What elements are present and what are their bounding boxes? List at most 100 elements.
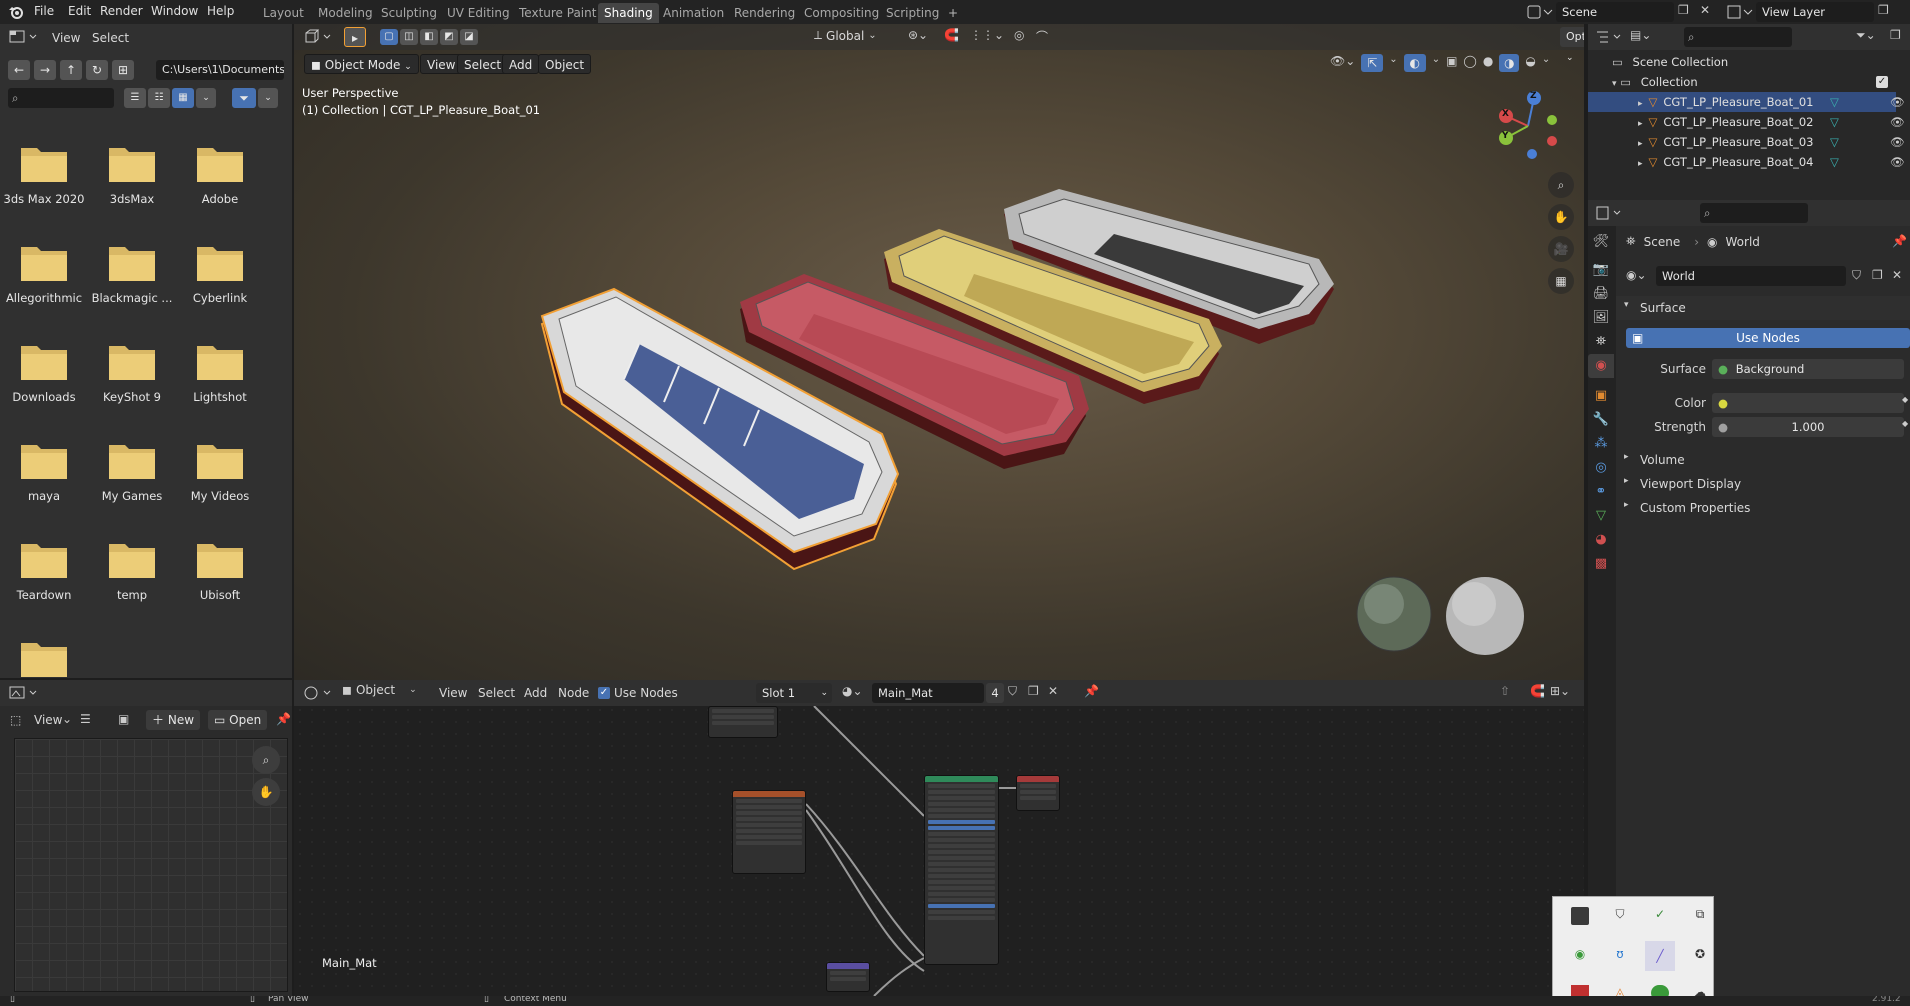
tab-shading[interactable]: Shading <box>598 3 659 23</box>
custom-properties-panel-header[interactable]: ▸ Custom Properties <box>1616 496 1910 520</box>
data-tab-icon[interactable]: ▽ <box>1588 504 1614 528</box>
world-duplicate-icon[interactable]: ❐ <box>1872 268 1883 282</box>
surface-panel-header[interactable]: ▾ Surface <box>1616 296 1910 320</box>
outliner-object-row[interactable]: ▸ ▽ CGT_LP_Pleasure_Boat_04 ▽ 👁 <box>1588 152 1905 172</box>
tray-shield-icon[interactable]: ⛉ <box>1611 907 1629 925</box>
blender-logo-icon[interactable] <box>8 4 24 20</box>
menu-render[interactable]: Render <box>100 4 143 18</box>
properties-editor-type-icon[interactable] <box>1594 204 1624 222</box>
tab-sculpting[interactable]: Sculpting <box>375 3 443 23</box>
duplicate-material-icon[interactable]: ❐ <box>1028 684 1039 698</box>
new-collection-icon[interactable]: ❐ <box>1890 28 1901 42</box>
material-tab-icon[interactable]: ◕ <box>1588 528 1614 552</box>
normal-map-node[interactable] <box>826 962 870 992</box>
tab-modeling[interactable]: Modeling <box>312 3 379 23</box>
volume-panel-header[interactable]: ▸ Volume <box>1616 448 1910 472</box>
tray-pen-icon[interactable]: ╱ <box>1645 941 1675 971</box>
use-nodes-button[interactable]: ▣ Use Nodes <box>1626 328 1910 348</box>
texture-tab-icon[interactable]: ▩ <box>1588 552 1614 576</box>
snap-node-icon[interactable]: 🧲 <box>1530 684 1545 698</box>
world-tab-icon[interactable]: ◉ <box>1588 354 1614 378</box>
world-unlink-icon[interactable]: ✕ <box>1892 268 1902 282</box>
mesh-data-icon[interactable]: ▽ <box>1830 92 1839 112</box>
image-texture-node[interactable] <box>732 790 806 874</box>
new-image-button[interactable]: ＋ New <box>146 710 201 730</box>
material-output-node[interactable] <box>1016 775 1060 811</box>
node-menu-view[interactable]: View <box>439 686 467 700</box>
folder-item[interactable]: Blackmagic ... <box>88 241 176 305</box>
node-editor[interactable]: ◼ Object ⌄ View Select Add Node ✓ Use No… <box>294 680 1584 996</box>
node-menu-add[interactable]: Add <box>524 686 547 700</box>
particles-tab-icon[interactable]: ⁂ <box>1588 432 1614 456</box>
view-layer-icon[interactable] <box>1724 2 1754 22</box>
mesh-data-icon[interactable]: ▽ <box>1830 112 1839 132</box>
menu-edit[interactable]: Edit <box>68 4 91 18</box>
folder-item[interactable]: maya <box>0 439 88 503</box>
tray-app-icon-8[interactable]: ✪ <box>1691 947 1709 965</box>
outliner-object-row[interactable]: ▸ ▽ CGT_LP_Pleasure_Boat_01 ▽ 👁 <box>1588 92 1905 112</box>
folder-item[interactable]: My Games <box>88 439 176 503</box>
collection-expand-icon[interactable]: ▾ <box>1612 79 1617 89</box>
mesh-data-icon[interactable]: ▽ <box>1830 132 1839 152</box>
use-nodes-checkbox[interactable]: ✓ Use Nodes <box>598 686 678 700</box>
delete-scene-icon[interactable]: ✕ <box>1700 3 1710 17</box>
folder-item[interactable]: 3dsMax <box>88 142 176 206</box>
display-settings-chevron-icon[interactable]: ⌄ <box>196 88 216 108</box>
folder-item[interactable]: My Videos <box>176 439 264 503</box>
tray-screenshot-icon[interactable]: ⧉ <box>1691 907 1709 925</box>
collection-row[interactable]: ▾ ▭ Collection ✓ <box>1588 72 1896 92</box>
file-menu-view[interactable]: View <box>52 31 80 45</box>
node-editor-type-icon[interactable] <box>302 684 334 702</box>
surface-shader-field[interactable]: ● Background <box>1712 359 1904 379</box>
pin-icon[interactable]: 📌 <box>276 712 291 726</box>
outliner-object-row[interactable]: ▸ ▽ CGT_LP_Pleasure_Boat_02 ▽ 👁 <box>1588 112 1905 132</box>
node-pin-icon[interactable]: 📌 <box>1084 684 1099 698</box>
world-name-field[interactable]: World <box>1656 266 1846 286</box>
parent-directory-icon[interactable]: ↑ <box>60 60 82 80</box>
add-workspace-button[interactable]: + <box>942 3 964 23</box>
visibility-eye-icon[interactable]: 👁 <box>1890 112 1905 132</box>
material-name-field[interactable]: Main_Mat <box>872 683 984 703</box>
scene-collection-row[interactable]: ▭ Scene Collection <box>1588 52 1896 72</box>
tab-animation[interactable]: Animation <box>657 3 730 23</box>
material-users-count[interactable]: 4 <box>986 683 1004 703</box>
scene-name-field[interactable]: Scene <box>1556 2 1674 22</box>
object-expand-icon[interactable]: ▸ <box>1638 139 1643 149</box>
output-tab-icon[interactable]: 🖨 <box>1588 282 1614 306</box>
zoom-icon[interactable]: ⌕ <box>252 746 280 774</box>
object-tab-icon[interactable]: ▣ <box>1588 384 1614 408</box>
folder-item[interactable]: 3ds Max 2020 <box>0 142 88 206</box>
world-fake-user-icon[interactable]: ⛉ <box>1852 268 1861 283</box>
3d-viewport[interactable]: ▸ ▢ ◫ ◧ ◩ ◪ ⟂ Global ⌄ ⊛⌄ 🧲 ⋮⋮⌄ ◎ ⌒ Opti… <box>294 24 1584 680</box>
folder-item[interactable]: Allegorithmic <box>0 241 88 305</box>
folder-item[interactable]: Teardown <box>0 538 88 602</box>
properties-pin-icon[interactable]: 📌 <box>1892 234 1907 248</box>
outliner-filter-icon[interactable]: ⏷⌄ <box>1856 28 1876 43</box>
scene-selector-icon[interactable] <box>1524 2 1554 22</box>
physics-tab-icon[interactable]: ◎ <box>1588 456 1614 480</box>
constraints-tab-icon[interactable]: ⚭ <box>1588 480 1614 504</box>
tab-uv-editing[interactable]: UV Editing <box>441 3 516 23</box>
tray-check-icon[interactable]: ✓ <box>1651 907 1669 925</box>
hamburger-menu-icon[interactable]: ☰ <box>80 712 91 726</box>
menu-file[interactable]: File <box>34 4 54 18</box>
tab-layout[interactable]: Layout <box>257 3 310 23</box>
tray-app-icon-5[interactable]: ◉ <box>1571 947 1589 965</box>
object-expand-icon[interactable]: ▸ <box>1638 99 1643 109</box>
collection-exclude-checkbox[interactable]: ✓ <box>1876 76 1888 88</box>
folder-item[interactable]: Cyberlink <box>176 241 264 305</box>
forward-arrow-icon[interactable]: → <box>34 60 56 80</box>
object-expand-icon[interactable]: ▸ <box>1638 119 1643 129</box>
image-editor-type-icon[interactable] <box>8 684 40 702</box>
strength-field[interactable]: ● 1.000 <box>1712 417 1904 437</box>
folder-item[interactable]: Lightshot <box>176 340 264 404</box>
tab-compositing[interactable]: Compositing <box>798 3 885 23</box>
color-field[interactable]: ● <box>1712 393 1904 413</box>
view-layer-tab-icon[interactable]: 🖼 <box>1588 306 1614 330</box>
outliner-editor-type-icon[interactable] <box>1594 28 1624 46</box>
visibility-eye-icon[interactable]: 👁 <box>1890 92 1905 112</box>
thumbnails-icon[interactable]: ▦ <box>172 88 194 108</box>
tab-texture-paint[interactable]: Texture Paint <box>513 3 602 23</box>
viewport-display-panel-header[interactable]: ▸ Viewport Display <box>1616 472 1910 496</box>
properties-search-input[interactable]: ⌕ <box>1700 203 1808 223</box>
